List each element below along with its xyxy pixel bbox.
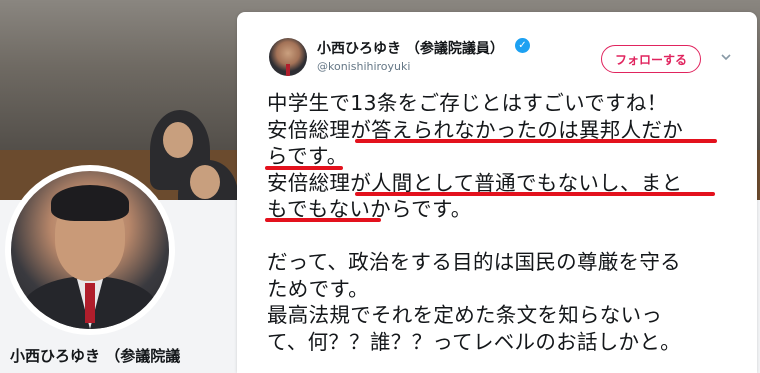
tweet-text-line: ためです。 (267, 276, 369, 301)
follow-button[interactable]: フォローする (601, 45, 701, 73)
tweet-text-line: 最高法規でそれを定めた条文を知らないっ (267, 303, 663, 327)
chevron-down-icon[interactable] (721, 52, 731, 62)
red-underline-mark (265, 218, 381, 222)
tweet-author-avatar[interactable] (269, 38, 307, 76)
tweet-author-handle[interactable]: @konishihiroyuki (317, 60, 410, 73)
profile-avatar[interactable] (11, 171, 169, 329)
red-underline-mark (355, 139, 717, 143)
tweet-text-blank-line (267, 223, 737, 250)
profile-display-name[interactable]: 小西ひろゆき （参議院議 (10, 345, 180, 366)
tweet-text-line: て、何？？誰？？ってレベルのお話しかと。 (267, 329, 681, 354)
red-underline-mark (355, 192, 715, 196)
header-photo-person-face (163, 122, 193, 158)
header-photo-person-face (190, 165, 220, 199)
red-underline-mark (265, 166, 343, 170)
tweet-author-name[interactable]: 小西ひろゆき （参議院議員） (317, 38, 504, 58)
verified-badge-icon: ✓ (515, 38, 530, 53)
tweet-text: 中学生で13条をご存じとはすごいですね！ 安倍総理が答えられなかったのは異邦人だ… (267, 90, 737, 355)
tweet-text-line: だって、政治をする目的は国民の尊厳を守る (267, 250, 681, 274)
tweet-card: 小西ひろゆき （参議院議員） ✓ @konishihiroyuki フォローする… (237, 12, 757, 373)
tweet-text-line: 中学生で13条をご存じとはすごいですね！ (267, 91, 668, 115)
